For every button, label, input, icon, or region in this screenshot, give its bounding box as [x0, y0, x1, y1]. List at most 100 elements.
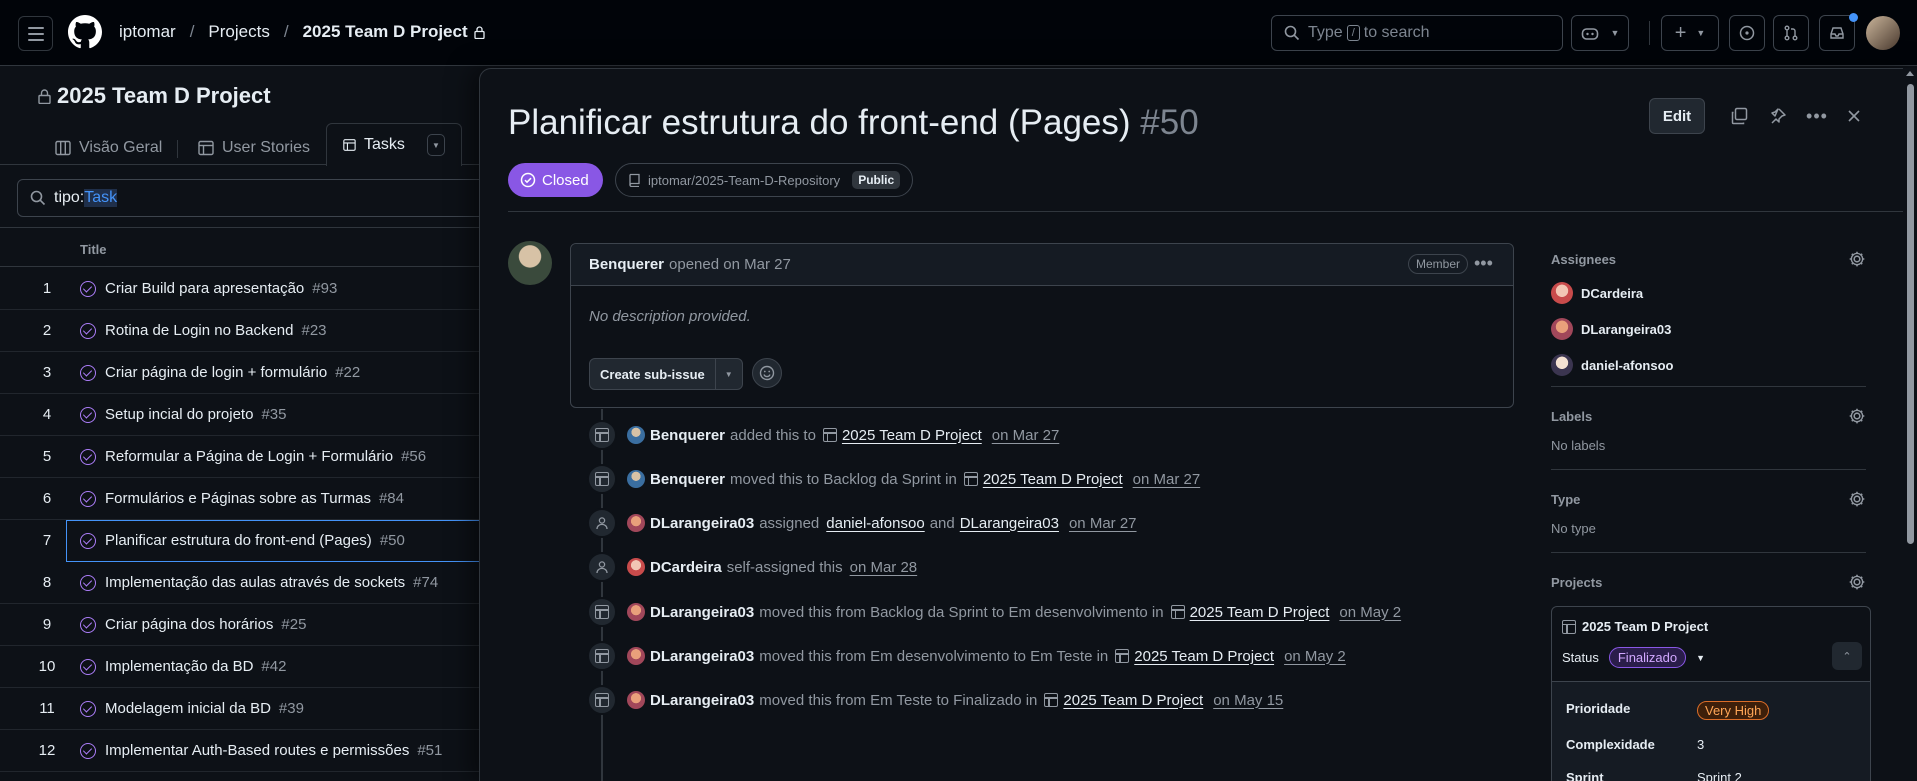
copy-button[interactable] — [1724, 101, 1754, 131]
column-title[interactable]: Title — [80, 242, 107, 257]
gear-icon[interactable] — [1848, 250, 1866, 268]
tab-tasks[interactable]: Tasks ▼ — [326, 123, 462, 166]
tab-user-stories[interactable]: User Stories — [198, 131, 310, 165]
collapse-button[interactable]: ⌃ — [1832, 642, 1862, 670]
top-header: iptomar / Projects / 2025 Team D Project… — [0, 0, 1917, 66]
event-link[interactable]: 2025 Team D Project — [1190, 604, 1330, 621]
issues-button[interactable] — [1729, 15, 1765, 51]
copilot-button[interactable]: ▼ — [1571, 15, 1629, 51]
event-link[interactable]: 2025 Team D Project — [1134, 648, 1274, 665]
timeline-event: DLarangeira03 moved this from Backlog da … — [587, 596, 1401, 628]
table-row[interactable]: 11 Modelagem inicial da BD #39 — [0, 688, 480, 730]
event-link[interactable]: DLarangeira03 — [960, 515, 1059, 532]
event-date[interactable]: on Mar 27 — [992, 427, 1060, 444]
breadcrumb-project[interactable]: 2025 Team D Project — [303, 22, 468, 42]
event-user[interactable]: DLarangeira03 — [650, 648, 754, 665]
scrollbar-thumb[interactable] — [1907, 84, 1914, 544]
row-title[interactable]: Criar página dos horários — [105, 616, 273, 633]
assignee-name: daniel-afonsoo — [1581, 357, 1674, 373]
table-row[interactable]: 10 Implementação da BD #42 — [0, 646, 480, 688]
event-link[interactable]: 2025 Team D Project — [1063, 692, 1203, 709]
event-user[interactable]: DLarangeira03 — [650, 692, 754, 709]
pin-button[interactable] — [1763, 101, 1793, 131]
event-link[interactable]: 2025 Team D Project — [842, 427, 982, 444]
row-title[interactable]: Rotina de Login no Backend — [105, 322, 293, 339]
table-row[interactable]: 6 Formulários e Páginas sobre as Turmas #8… — [0, 478, 480, 520]
project-card-title[interactable]: 2025 Team D Project — [1562, 619, 1708, 634]
edit-button[interactable]: Edit — [1649, 98, 1705, 134]
pull-requests-button[interactable] — [1773, 15, 1809, 51]
search-input[interactable]: Type / to search — [1271, 15, 1563, 51]
event-date[interactable]: on Mar 28 — [850, 559, 918, 576]
event-date[interactable]: on Mar 27 — [1069, 515, 1137, 532]
github-logo-icon[interactable] — [68, 15, 102, 49]
filter-input[interactable]: tipo: Task — [17, 179, 497, 217]
table-row[interactable]: 5 Reformular a Página de Login + Formulár… — [0, 436, 480, 478]
row-number: 10 — [38, 658, 56, 675]
avatar — [627, 470, 645, 488]
event-user[interactable]: Benquerer — [650, 471, 725, 488]
row-title[interactable]: Implementação da BD — [105, 658, 253, 675]
tab-options-button[interactable]: ▼ — [426, 134, 445, 156]
issue-closed-icon — [80, 448, 96, 465]
event-link[interactable]: 2025 Team D Project — [983, 471, 1123, 488]
row-title[interactable]: Criar Build para apresentação — [105, 280, 304, 297]
row-title[interactable]: Implementação das aulas através de socke… — [105, 574, 405, 591]
event-user[interactable]: Benquerer — [650, 427, 725, 444]
menu-button[interactable] — [18, 16, 53, 51]
field-complexidade[interactable]: Complexidade 3 — [1566, 737, 1704, 752]
comment-options-icon[interactable]: ••• — [1474, 253, 1493, 274]
table-row[interactable]: 3 Criar página de login + formulário #22 — [0, 352, 480, 394]
more-options-button[interactable]: ••• — [1802, 101, 1832, 131]
chevron-down-icon[interactable]: ▼ — [716, 359, 742, 389]
repo-badge[interactable]: iptomar/2025-Team-D-Repository Public — [615, 163, 914, 197]
event-user[interactable]: DLarangeira03 — [650, 515, 754, 532]
event-date[interactable]: on Mar 27 — [1133, 471, 1201, 488]
field-sprint[interactable]: Sprint Sprint 2 — [1566, 770, 1742, 781]
close-button[interactable] — [1839, 101, 1869, 131]
breadcrumb-projects[interactable]: Projects — [208, 22, 269, 42]
gear-icon[interactable] — [1848, 573, 1866, 591]
table-row[interactable]: 8 Implementação das aulas através de sock… — [0, 562, 480, 604]
row-title[interactable]: Setup incial do projeto — [105, 406, 253, 423]
create-sub-issue-label[interactable]: Create sub-issue — [590, 359, 716, 389]
event-date[interactable]: on May 15 — [1213, 692, 1283, 709]
assignee-item[interactable]: daniel-afonsoo — [1551, 347, 1866, 383]
add-reaction-button[interactable] — [752, 358, 782, 388]
table-row[interactable]: 12 Implementar Auth-Based routes e permis… — [0, 730, 480, 772]
table-row[interactable]: 9 Criar página dos horários #25 — [0, 604, 480, 646]
row-title[interactable]: Planificar estrutura do front-end (Pages… — [105, 532, 372, 549]
status-value-pill[interactable]: Finalizado — [1608, 647, 1687, 668]
gear-icon[interactable] — [1848, 407, 1866, 425]
event-user[interactable]: DLarangeira03 — [650, 604, 754, 621]
table-row[interactable]: 1 Criar Build para apresentação #93 — [0, 268, 480, 310]
table-row[interactable]: 2 Rotina de Login no Backend #23 — [0, 310, 480, 352]
row-title[interactable]: Implementar Auth-Based routes e permissõ… — [105, 742, 409, 759]
table-row[interactable]: 4 Setup incial do projeto #35 — [0, 394, 480, 436]
row-title[interactable]: Reformular a Página de Login + Formulári… — [105, 448, 393, 465]
event-date[interactable]: on May 2 — [1339, 604, 1401, 621]
user-avatar[interactable] — [1866, 16, 1900, 50]
tab-visao-geral[interactable]: Visão Geral — [55, 131, 162, 165]
avatar — [1551, 282, 1573, 304]
create-sub-issue-button[interactable]: Create sub-issue ▼ — [589, 358, 743, 390]
scrollbar[interactable] — [1903, 68, 1917, 781]
field-prioridade[interactable]: Prioridade Very High — [1566, 701, 1770, 720]
assignee-item[interactable]: DLarangeira03 — [1551, 311, 1866, 347]
gear-icon[interactable] — [1848, 490, 1866, 508]
row-title[interactable]: Modelagem inicial da BD — [105, 700, 271, 717]
assignee-item[interactable]: DCardeira — [1551, 275, 1866, 311]
event-link[interactable]: daniel-afonsoo — [826, 515, 924, 532]
status-label: Closed — [542, 171, 589, 189]
chevron-down-icon[interactable]: ▼ — [1696, 653, 1705, 663]
scroll-up-icon[interactable] — [1906, 71, 1914, 76]
row-title[interactable]: Criar página de login + formulário — [105, 364, 327, 381]
row-title[interactable]: Formulários e Páginas sobre as Turmas — [105, 490, 371, 507]
table-row[interactable]: 7 Planificar estrutura do front-end (Page… — [43, 520, 480, 562]
breadcrumb-org[interactable]: iptomar — [119, 22, 176, 42]
event-user[interactable]: DCardeira — [650, 559, 722, 576]
event-date[interactable]: on May 2 — [1284, 648, 1346, 665]
create-new-button[interactable]: + ▼ — [1661, 15, 1719, 51]
author-avatar[interactable] — [508, 241, 552, 285]
author-name[interactable]: Benquerer — [589, 256, 664, 273]
